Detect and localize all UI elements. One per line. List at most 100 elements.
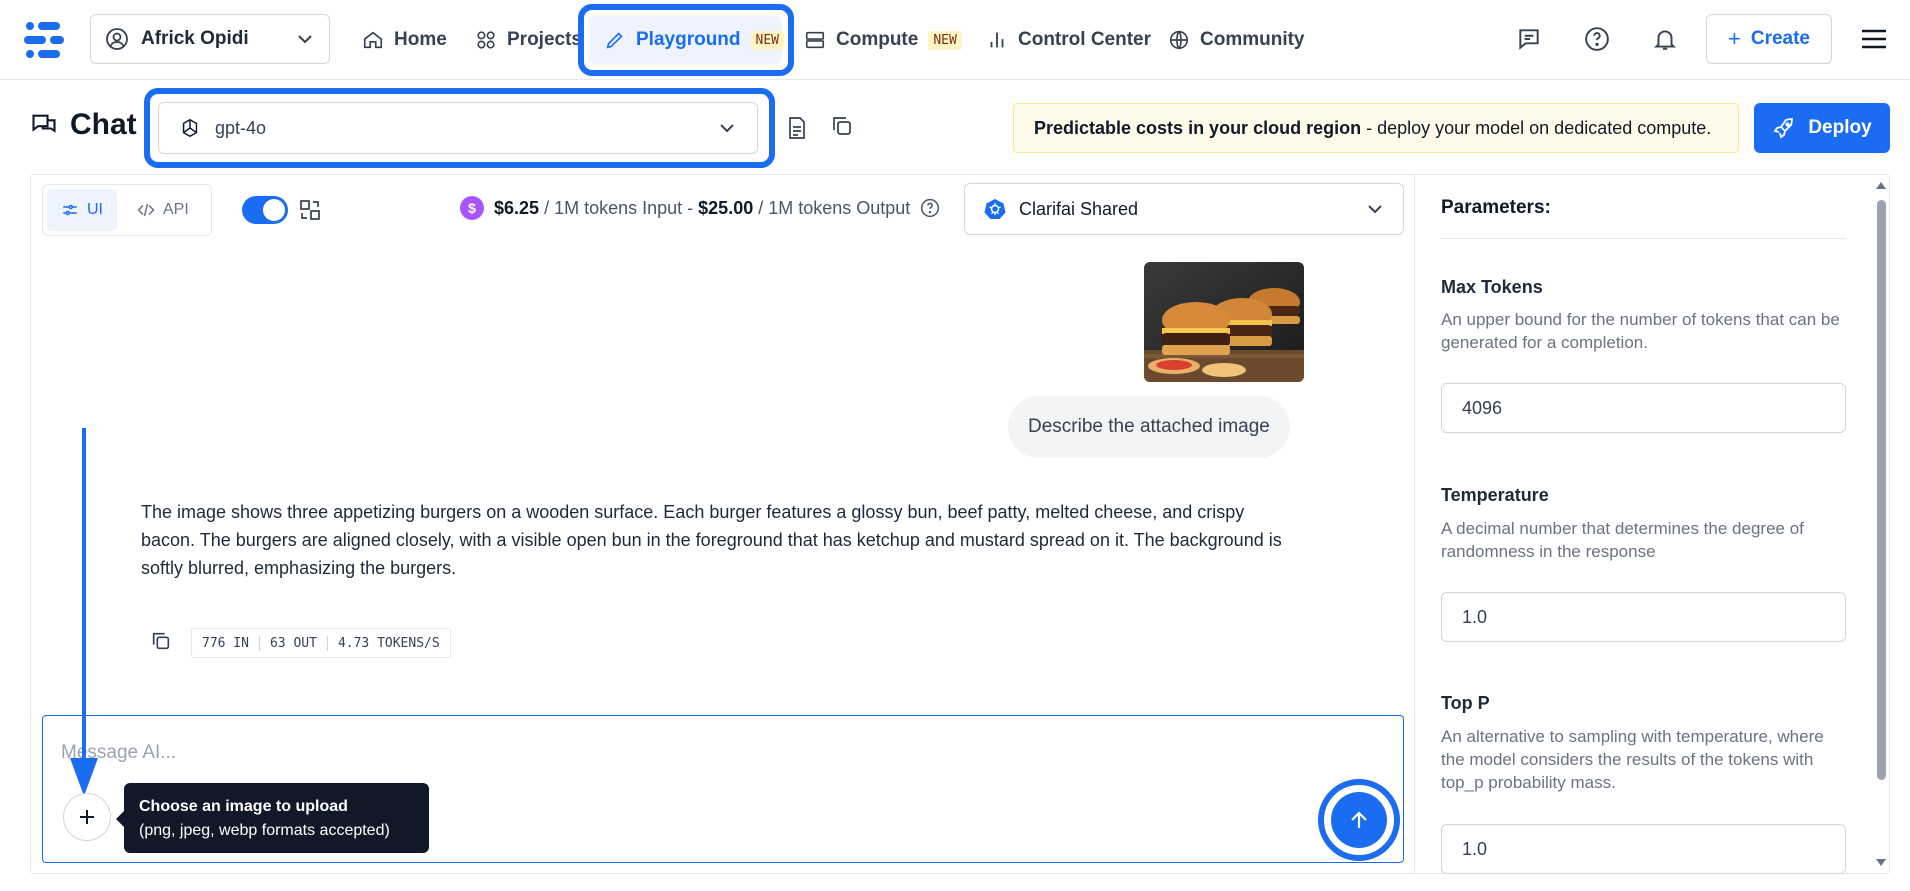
pricing-text: $6.25 / 1M tokens Input - $25.00 / 1M to… <box>494 198 910 219</box>
model-select-value: gpt-4o <box>215 117 267 138</box>
dollar-icon: $ <box>460 196 484 220</box>
chevron-down-icon <box>720 124 734 133</box>
page-title-text: Chat <box>70 108 137 141</box>
nav-control-center-label: Control Center <box>1018 29 1151 50</box>
tab-ui-label: UI <box>87 201 103 218</box>
nav-projects-label: Projects <box>507 29 582 50</box>
scroll-down-icon[interactable] <box>1876 859 1886 866</box>
menu-icon[interactable] <box>1858 26 1890 52</box>
nav-community[interactable]: Community <box>1168 20 1305 60</box>
upload-tooltip: Choose an image to upload (png, jpeg, we… <box>116 783 429 853</box>
top-p-label: Top P <box>1441 693 1490 713</box>
account-name: Africk Opidi <box>141 28 249 49</box>
stats-in: 776 IN <box>192 635 260 651</box>
nav-playground-label: Playground <box>636 29 741 50</box>
top-p-input[interactable]: 1.0 <box>1441 824 1846 874</box>
tooltip-title: Choose an image to upload <box>139 798 348 815</box>
tooltip-subtitle: (png, jpeg, webp formats accepted) <box>139 822 390 839</box>
copy-icon[interactable] <box>830 114 854 138</box>
upload-image-button[interactable] <box>63 793 111 841</box>
help-icon[interactable] <box>1580 22 1614 56</box>
server-icon <box>805 31 825 49</box>
promo-banner: Predictable costs in your cloud region -… <box>1013 103 1739 153</box>
plus-icon: + <box>1727 26 1741 51</box>
temperature-description: A decimal number that determines the deg… <box>1441 519 1804 561</box>
max-tokens-description: An upper bound for the number of tokens … <box>1441 310 1840 352</box>
nav-projects[interactable]: Projects <box>475 20 582 60</box>
user-message-text: Describe the attached image <box>1028 416 1270 437</box>
annotation-arrow <box>70 428 98 796</box>
openai-icon <box>182 118 198 138</box>
kubernetes-icon <box>984 199 1006 219</box>
new-badge: NEW <box>928 30 962 50</box>
attached-image[interactable] <box>1144 262 1304 382</box>
copy-icon[interactable] <box>150 630 172 652</box>
globe-icon <box>1169 30 1189 50</box>
ui-api-toggle: UI API <box>42 184 212 236</box>
chat-bubbles-icon <box>32 114 56 133</box>
create-button[interactable]: + Create <box>1706 14 1832 64</box>
input-unit: / 1M tokens Input - <box>544 197 694 218</box>
message-input[interactable] <box>61 738 1361 768</box>
tab-ui[interactable]: UI <box>47 189 117 231</box>
switch-knob <box>263 199 285 221</box>
temperature-label: Temperature <box>1441 485 1549 505</box>
bell-icon[interactable] <box>1648 22 1682 56</box>
promo-text: - deploy your model on dedicated compute… <box>1361 117 1712 138</box>
scrollbar-thumb[interactable] <box>1877 200 1886 780</box>
user-message: Describe the attached image <box>1008 396 1290 458</box>
deploy-button[interactable]: Deploy <box>1754 103 1890 153</box>
plus-icon <box>80 810 94 824</box>
temperature-input[interactable]: 1.0 <box>1441 592 1846 642</box>
nav-home[interactable]: Home <box>362 20 447 60</box>
max-tokens-label: Max Tokens <box>1441 277 1543 297</box>
mode-switch[interactable] <box>242 196 288 224</box>
compare-icon[interactable] <box>298 198 322 222</box>
stats-out: 63 OUT <box>260 635 328 651</box>
stats-rate: 4.73 TOKENS/S <box>337 635 440 651</box>
help-icon[interactable] <box>920 198 940 218</box>
bar-chart-icon <box>990 32 1004 48</box>
clarifai-logo[interactable] <box>22 20 70 60</box>
account-switcher[interactable]: Africk Opidi <box>90 14 330 64</box>
nav-playground[interactable]: Playground NEW <box>604 20 784 60</box>
nav-compute-label: Compute <box>836 29 919 50</box>
sliders-icon <box>63 204 77 216</box>
create-label: Create <box>1750 28 1810 49</box>
output-price: $25.00 <box>698 197 754 218</box>
promo-bold: Predictable costs in your cloud region <box>1034 117 1362 138</box>
top-p-description: An alternative to sampling with temperat… <box>1441 727 1824 792</box>
parameters-panel: Parameters: Max Tokens An upper bound fo… <box>1414 175 1874 874</box>
arrow-up-icon <box>1351 811 1367 828</box>
tab-api-label: API <box>163 201 189 218</box>
code-icon <box>137 203 155 217</box>
tab-api[interactable]: API <box>123 189 203 231</box>
parameters-title: Parameters: <box>1441 197 1551 218</box>
new-badge: NEW <box>750 30 784 50</box>
rocket-icon <box>1773 118 1794 139</box>
user-circle-icon <box>106 28 128 50</box>
pencil-icon <box>606 32 623 49</box>
compute-select-value: Clarifai Shared <box>1019 198 1139 219</box>
divider <box>1441 238 1846 239</box>
chat-icon[interactable] <box>1512 22 1546 56</box>
assistant-message: The image shows three appetizing burgers… <box>141 502 1282 578</box>
input-price: $6.25 <box>494 197 540 218</box>
top-navigation: Africk Opidi Home Projects Playground NE… <box>0 0 1910 80</box>
send-button[interactable] <box>1331 792 1387 848</box>
pricing-info: $ $6.25 / 1M tokens Input - $25.00 / 1M … <box>460 196 940 220</box>
model-select[interactable]: gpt-4o <box>158 102 758 154</box>
scroll-up-icon[interactable] <box>1876 182 1886 189</box>
output-unit: / 1M tokens Output <box>758 197 911 218</box>
compute-select[interactable]: Clarifai Shared <box>964 183 1404 235</box>
page-title: Chat <box>30 108 137 142</box>
nav-home-label: Home <box>394 29 447 50</box>
nav-control-center[interactable]: Control Center <box>986 20 1151 60</box>
chevron-down-icon <box>298 35 312 44</box>
document-icon[interactable] <box>786 116 808 140</box>
max-tokens-input[interactable]: 4096 <box>1441 383 1846 433</box>
grid-icon <box>477 31 495 49</box>
nav-community-label: Community <box>1200 29 1305 50</box>
nav-compute[interactable]: Compute NEW <box>804 20 962 60</box>
parameters-scrollbar[interactable] <box>1874 176 1888 872</box>
